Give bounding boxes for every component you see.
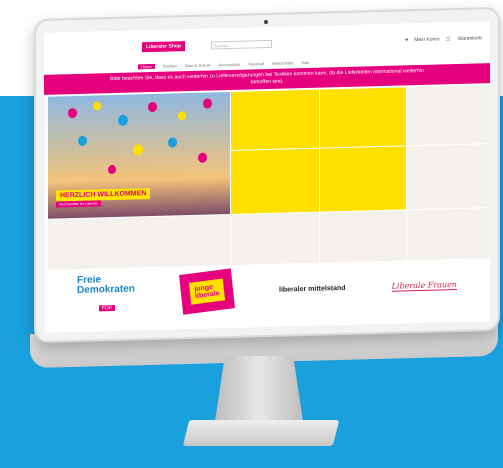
product-tile-gadget[interactable] [320,146,406,212]
heart-icon[interactable]: ♥ [405,37,408,43]
product-tile-extra[interactable] [407,85,490,146]
nav-item-home[interactable]: Home [138,63,155,70]
nav-item-haushalt[interactable]: Haushalt [248,61,264,66]
nav-item-werbemittel[interactable]: Werbemittel [272,60,293,66]
site-logo[interactable]: Liberaler Shop [142,41,186,53]
product-tile-flag[interactable] [407,208,490,261]
account-link[interactable]: Mein Konto [414,36,439,43]
hero-grid: HERZLICH WILLKOMMEN Merchandise für Libe… [44,85,490,270]
monitor: Liberaler Shop Suchen... ⌕ ♥ Mein Konto … [34,6,500,344]
product-tile-notepad[interactable] [48,215,230,270]
search-input[interactable]: Suchen... ⌕ [211,39,273,50]
welcome-banner: HERZLICH WILLKOMMEN [56,188,151,202]
cart-link[interactable]: Warenkorb [458,35,482,42]
website-screen: Liberaler Shop Suchen... ⌕ ♥ Mein Konto … [44,21,490,333]
product-tile-birdhouse[interactable] [231,148,319,214]
cart-icon[interactable]: 🛒 [445,36,451,42]
product-tile-coasters[interactable] [320,87,406,148]
nav-item-buero[interactable]: Büro & Schule [185,62,211,68]
product-tile-board[interactable] [231,212,319,265]
monitor-foot [182,420,340,446]
nav-item-accessoires[interactable]: Accessoires [219,62,241,68]
nav-item-textilien[interactable]: Textilien [163,63,177,68]
monitor-stand [214,356,304,428]
liberale-frauen-logo[interactable]: Liberale Frauen [391,280,457,292]
hero-balloons-image[interactable]: HERZLICH WILLKOMMEN Merchandise für Libe… [48,92,230,219]
fdp-logo[interactable]: Freie Demokraten FDP [77,274,135,315]
nav-item-sale[interactable]: Sale [301,60,309,65]
product-tile-bag[interactable] [407,144,490,210]
liberaler-mittelstand-logo[interactable]: liberaler mittelstand [279,284,346,293]
camera-icon [264,19,268,25]
welcome-subtitle: Merchandise für Liberale [56,200,101,208]
product-tile-pens[interactable] [231,89,319,150]
julis-logo[interactable]: junge liberale [178,268,235,315]
product-tile-spoons[interactable] [320,210,406,263]
search-icon[interactable]: ⌕ [267,41,269,46]
